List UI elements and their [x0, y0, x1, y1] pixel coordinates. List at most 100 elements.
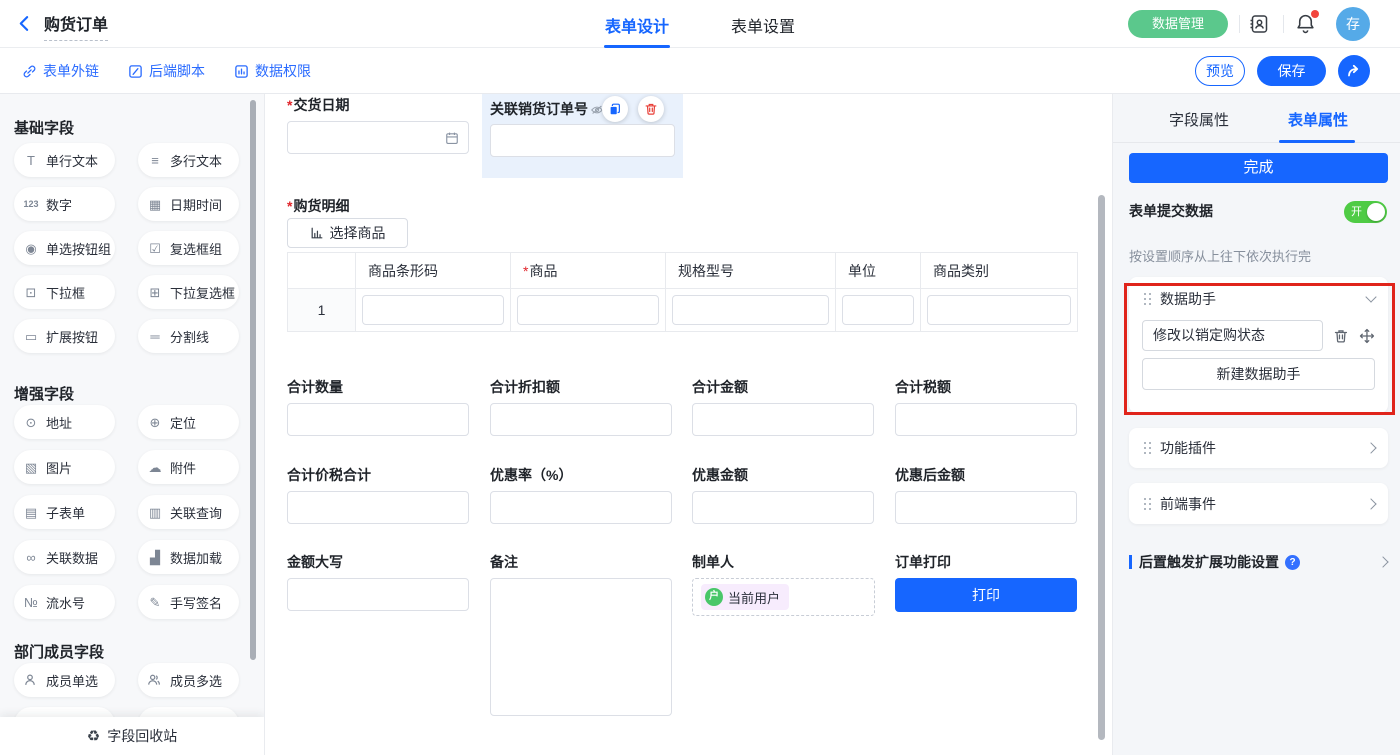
preview-button[interactable]: 预览 — [1195, 56, 1245, 86]
image-icon: ▧ — [23, 461, 39, 474]
move-helper-icon[interactable] — [1359, 328, 1375, 344]
field-pill-divider[interactable]: ═分割线 — [138, 319, 239, 353]
address-icon: ⊙ — [23, 416, 39, 429]
total-discount-input[interactable] — [490, 403, 672, 436]
radio-group-icon: ◉ — [23, 242, 39, 255]
select-product-button[interactable]: 选择商品 — [287, 218, 408, 248]
field-pill-single-line-text[interactable]: T单行文本 — [14, 143, 115, 177]
amount-in-words-input[interactable] — [287, 578, 469, 611]
divider-icon: ═ — [147, 330, 163, 343]
field-pill-location[interactable]: ⊕定位 — [138, 405, 239, 439]
copy-icon — [608, 102, 622, 116]
drag-handle-icon[interactable] — [1144, 293, 1146, 295]
calendar-icon[interactable] — [445, 131, 459, 145]
field-pill-attachment[interactable]: ☁附件 — [138, 450, 239, 484]
post-trigger-section[interactable]: 后置触发扩展功能设置 ? — [1129, 552, 1387, 572]
barcode-input[interactable] — [362, 295, 504, 325]
linked-sales-order-field-selected[interactable]: 关联销货订单号 — [482, 94, 683, 178]
field-pill-member-multi[interactable]: 成员多选 — [138, 663, 239, 697]
total-tax-input[interactable] — [895, 403, 1077, 436]
current-user-tag[interactable]: 户 当前用户 — [701, 584, 789, 610]
field-pill-radio-group[interactable]: ◉单选按钮组 — [14, 231, 115, 265]
remark-textarea[interactable] — [490, 578, 672, 716]
remark-field: 备注 — [490, 552, 673, 716]
delete-helper-icon[interactable] — [1333, 328, 1349, 344]
field-pill-multi-line-text[interactable]: ≡多行文本 — [138, 143, 239, 177]
field-recycle-bin[interactable]: ♻ 字段回收站 — [0, 717, 264, 755]
plugin-card[interactable]: 功能插件 — [1129, 428, 1388, 468]
unit-input[interactable] — [842, 295, 914, 325]
data-helper-item[interactable]: 修改以销定购状态 — [1142, 320, 1323, 351]
field-pill-subform[interactable]: ▤子表单 — [14, 495, 115, 529]
backend-script-entry[interactable]: 后端脚本 — [128, 61, 205, 81]
copy-field-button[interactable] — [602, 96, 628, 122]
panel-tabs: 字段属性 表单属性 — [1113, 94, 1400, 143]
section-title-enhanced-fields: 增强字段 — [14, 383, 74, 404]
field-pill-number[interactable]: 123数字 — [14, 187, 115, 221]
field-pill-checkbox-group[interactable]: ☑复选框组 — [138, 231, 239, 265]
field-pill-linked-query[interactable]: ▥关联查询 — [138, 495, 239, 529]
total-amount-input[interactable] — [692, 403, 874, 436]
app-header: 购货订单 表单设计 表单设置 数据管理 存 — [0, 0, 1400, 48]
single-line-text-icon: T — [23, 154, 39, 167]
form-canvas: *交货日期 关联销货订单号 *购货明细 选择商品 商品条形码 *商品 规格型号 … — [265, 94, 1112, 755]
chevron-down-icon[interactable] — [1365, 291, 1376, 302]
field-pill-extend-button[interactable]: ▭扩展按钮 — [14, 319, 115, 353]
chevron-right-icon[interactable] — [1365, 498, 1376, 509]
print-button[interactable]: 打印 — [895, 578, 1077, 612]
category-input[interactable] — [927, 295, 1071, 325]
field-pill-select[interactable]: ⊡下拉框 — [14, 275, 115, 309]
delete-field-button[interactable] — [638, 96, 664, 122]
avatar[interactable]: 存 — [1336, 7, 1370, 41]
tab-form-design[interactable]: 表单设计 — [605, 13, 669, 37]
sidebar-scrollbar[interactable] — [250, 100, 256, 660]
field-pill-date-time[interactable]: ▦日期时间 — [138, 187, 239, 221]
drag-handle-icon[interactable] — [1144, 442, 1146, 444]
total-amount-field: 合计金额 — [692, 377, 875, 436]
field-pill-serial-number[interactable]: №流水号 — [14, 585, 115, 619]
form-title[interactable]: 购货订单 — [44, 11, 108, 41]
total-quantity-input[interactable] — [287, 403, 469, 436]
table-row: 1 — [288, 289, 1078, 332]
submit-data-toggle[interactable]: 开 — [1344, 201, 1387, 223]
external-link-entry[interactable]: 表单外链 — [22, 61, 99, 81]
contacts-book-icon[interactable] — [1248, 13, 1270, 35]
chevron-right-icon[interactable] — [1365, 442, 1376, 453]
canvas-scrollbar[interactable] — [1098, 195, 1105, 740]
spec-input[interactable] — [672, 295, 829, 325]
total-with-tax-input[interactable] — [287, 491, 469, 524]
discount-amount-input[interactable] — [692, 491, 874, 524]
tab-field-properties[interactable]: 字段属性 — [1169, 109, 1229, 130]
data-manage-button[interactable]: 数据管理 — [1128, 10, 1228, 38]
share-button[interactable] — [1338, 55, 1370, 87]
data-permission-entry[interactable]: 数据权限 — [234, 61, 311, 81]
new-data-helper-button[interactable]: 新建数据助手 — [1142, 358, 1375, 390]
data-load-icon: ▟ — [147, 551, 163, 564]
field-pill-address[interactable]: ⊙地址 — [14, 405, 115, 439]
field-pill-data-load[interactable]: ▟数据加载 — [138, 540, 239, 574]
chevron-right-icon[interactable] — [1377, 556, 1388, 567]
total-with-tax-field: 合计价税合计 — [287, 465, 470, 524]
field-pill-signature[interactable]: ✎手写签名 — [138, 585, 239, 619]
field-pill-member-single[interactable]: 成员单选 — [14, 663, 115, 697]
tab-form-settings[interactable]: 表单设置 — [731, 13, 795, 37]
frontend-event-card[interactable]: 前端事件 — [1129, 483, 1388, 524]
linked-sales-order-input[interactable] — [490, 124, 675, 157]
field-pill-image[interactable]: ▧图片 — [14, 450, 115, 484]
frontend-event-title: 前端事件 — [1160, 494, 1216, 514]
tab-form-properties[interactable]: 表单属性 — [1288, 109, 1348, 130]
extend-button-icon: ▭ — [23, 330, 39, 343]
product-input[interactable] — [517, 295, 659, 325]
creator-default-box[interactable]: 户 当前用户 — [692, 578, 875, 616]
help-icon[interactable]: ? — [1285, 555, 1300, 570]
discount-rate-input[interactable] — [490, 491, 672, 524]
done-button[interactable]: 完成 — [1129, 153, 1388, 183]
field-pill-linked-data[interactable]: ∞关联数据 — [14, 540, 115, 574]
after-discount-input[interactable] — [895, 491, 1077, 524]
drag-handle-icon[interactable] — [1144, 498, 1146, 500]
delivery-date-input[interactable] — [287, 121, 469, 154]
save-button[interactable]: 保存 — [1257, 56, 1326, 86]
attachment-icon: ☁ — [147, 461, 163, 474]
back-icon[interactable] — [16, 15, 33, 32]
field-pill-multi-select[interactable]: ⊞下拉复选框 — [138, 275, 239, 309]
